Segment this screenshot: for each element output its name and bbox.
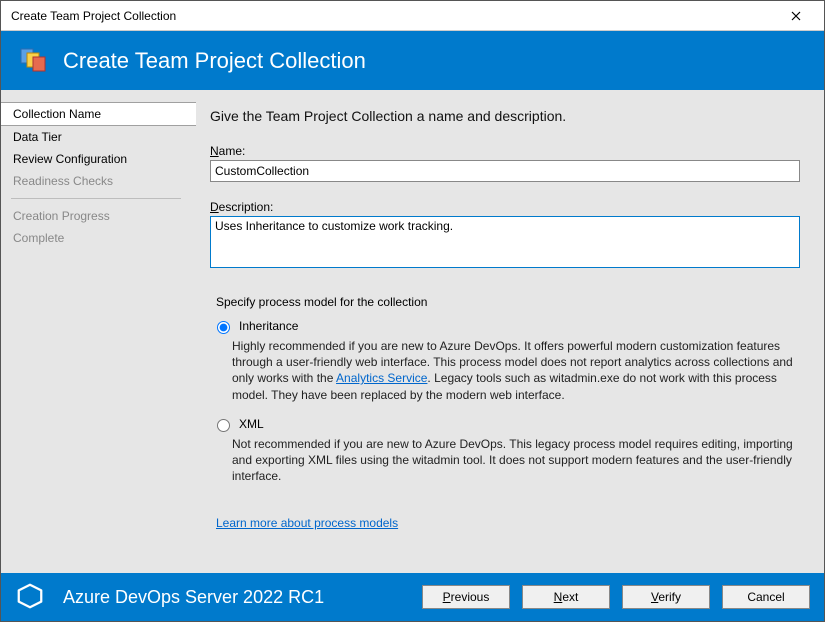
radio-row-xml: XML [212, 417, 804, 432]
close-icon[interactable] [776, 2, 816, 30]
step-review-configuration[interactable]: Review Configuration [1, 148, 196, 170]
xml-description: Not recommended if you are new to Azure … [232, 436, 804, 485]
step-data-tier[interactable]: Data Tier [1, 126, 196, 148]
devops-logo-icon [15, 581, 45, 614]
sidebar-divider [11, 198, 181, 199]
wizard-steps-sidebar: Collection Name Data Tier Review Configu… [1, 90, 196, 573]
step-collection-name[interactable]: Collection Name [1, 102, 197, 126]
step-creation-progress: Creation Progress [1, 205, 196, 227]
window-titlebar: Create Team Project Collection [1, 1, 824, 31]
description-label: Description: [210, 200, 804, 214]
analytics-service-link[interactable]: Analytics Service [336, 371, 427, 385]
step-complete: Complete [1, 227, 196, 249]
next-button-rest: ext [562, 590, 578, 604]
wizard-body: Collection Name Data Tier Review Configu… [1, 90, 824, 573]
radio-xml[interactable] [217, 419, 230, 432]
collection-icon [19, 45, 51, 76]
page-heading: Give the Team Project Collection a name … [210, 108, 804, 124]
radio-inheritance-label: Inheritance [239, 319, 298, 333]
radio-xml-label: XML [239, 417, 264, 431]
previous-button-rest: revious [451, 590, 490, 604]
window-title: Create Team Project Collection [11, 9, 776, 23]
product-name: Azure DevOps Server 2022 RC1 [63, 587, 410, 608]
previous-button[interactable]: Previous [422, 585, 510, 609]
radio-row-inheritance: Inheritance [212, 319, 804, 334]
wizard-footer: Azure DevOps Server 2022 RC1 Previous Ne… [1, 573, 824, 621]
learn-more-link[interactable]: Learn more about process models [216, 516, 398, 530]
wizard-title: Create Team Project Collection [63, 48, 366, 74]
inheritance-description: Highly recommended if you are new to Azu… [232, 338, 804, 403]
next-button[interactable]: Next [522, 585, 610, 609]
collection-name-input[interactable] [210, 160, 800, 182]
name-label: Name: [210, 144, 804, 158]
verify-button-rest: erify [658, 590, 681, 604]
cancel-button[interactable]: Cancel [722, 585, 810, 609]
verify-button[interactable]: Verify [622, 585, 710, 609]
wizard-header: Create Team Project Collection [1, 31, 824, 90]
radio-inheritance[interactable] [217, 321, 230, 334]
step-readiness-checks: Readiness Checks [1, 170, 196, 192]
wizard-content: Give the Team Project Collection a name … [196, 90, 824, 573]
description-textarea[interactable] [210, 216, 800, 268]
process-model-heading: Specify process model for the collection [216, 295, 804, 309]
